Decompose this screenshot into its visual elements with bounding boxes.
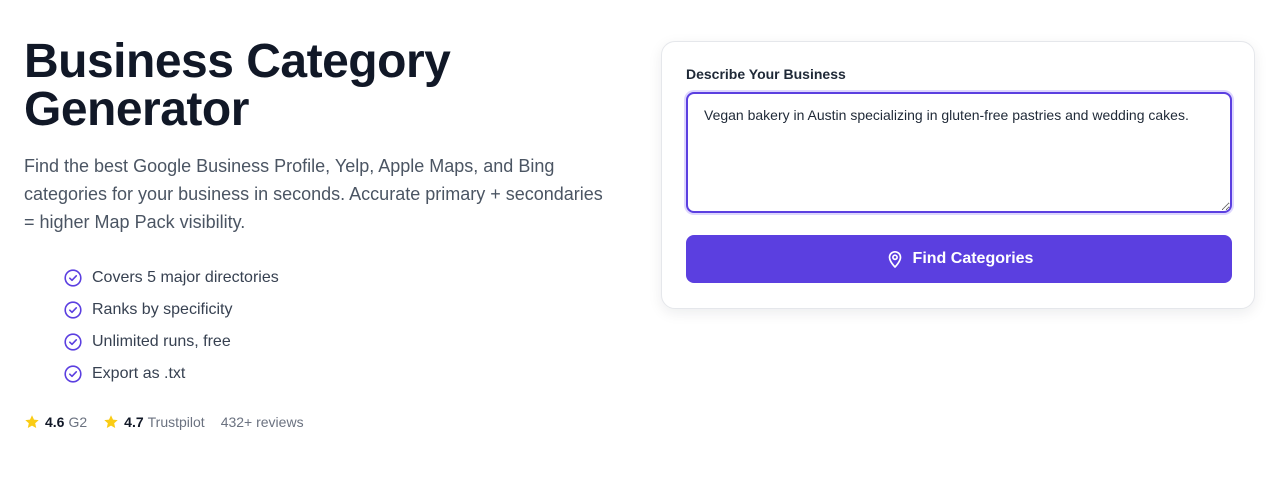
- rating-source: G2: [68, 414, 88, 430]
- feature-label: Ranks by specificity: [92, 301, 233, 318]
- ratings-row: 4.6 G2 4.7 Trustpilot 432+ reviews: [24, 414, 624, 430]
- check-circle-icon: [64, 333, 82, 351]
- feature-label: Covers 5 major directories: [92, 269, 279, 286]
- hero-section: Business Category Generator Find the bes…: [24, 35, 624, 431]
- feature-item: Export as .txt: [64, 358, 624, 390]
- rating-value: 4.6: [45, 414, 65, 430]
- feature-item: Unlimited runs, free: [64, 326, 624, 358]
- rating-g2: 4.6 G2: [24, 414, 87, 430]
- feature-label: Export as .txt: [92, 365, 186, 382]
- category-form-card: Describe Your Business Vegan bakery in A…: [661, 41, 1255, 309]
- check-circle-icon: [64, 301, 82, 319]
- map-pin-icon: [885, 249, 905, 269]
- rating-source: Trustpilot: [147, 414, 205, 430]
- star-icon: [24, 414, 40, 430]
- rating-value: 4.7: [124, 414, 144, 430]
- review-count: 432+ reviews: [220, 414, 304, 430]
- feature-list: Covers 5 major directories Ranks by spec…: [24, 262, 624, 390]
- business-description-textarea[interactable]: Vegan bakery in Austin specializing in g…: [686, 92, 1232, 213]
- business-description-label: Describe Your Business: [686, 66, 846, 82]
- feature-item: Covers 5 major directories: [64, 262, 624, 294]
- star-icon: [103, 414, 119, 430]
- feature-label: Unlimited runs, free: [92, 333, 231, 350]
- check-circle-icon: [64, 365, 82, 383]
- page-subtitle: Find the best Google Business Profile, Y…: [24, 156, 603, 232]
- find-categories-label: Find Categories: [912, 250, 1034, 267]
- check-circle-icon: [64, 269, 82, 287]
- rating-trustpilot: 4.7 Trustpilot: [103, 414, 205, 430]
- page: Business Category Generator Find the bes…: [0, 0, 1280, 488]
- page-title: Business Category Generator: [24, 35, 451, 136]
- feature-item: Ranks by specificity: [64, 294, 624, 326]
- find-categories-button[interactable]: Find Categories: [686, 235, 1232, 283]
